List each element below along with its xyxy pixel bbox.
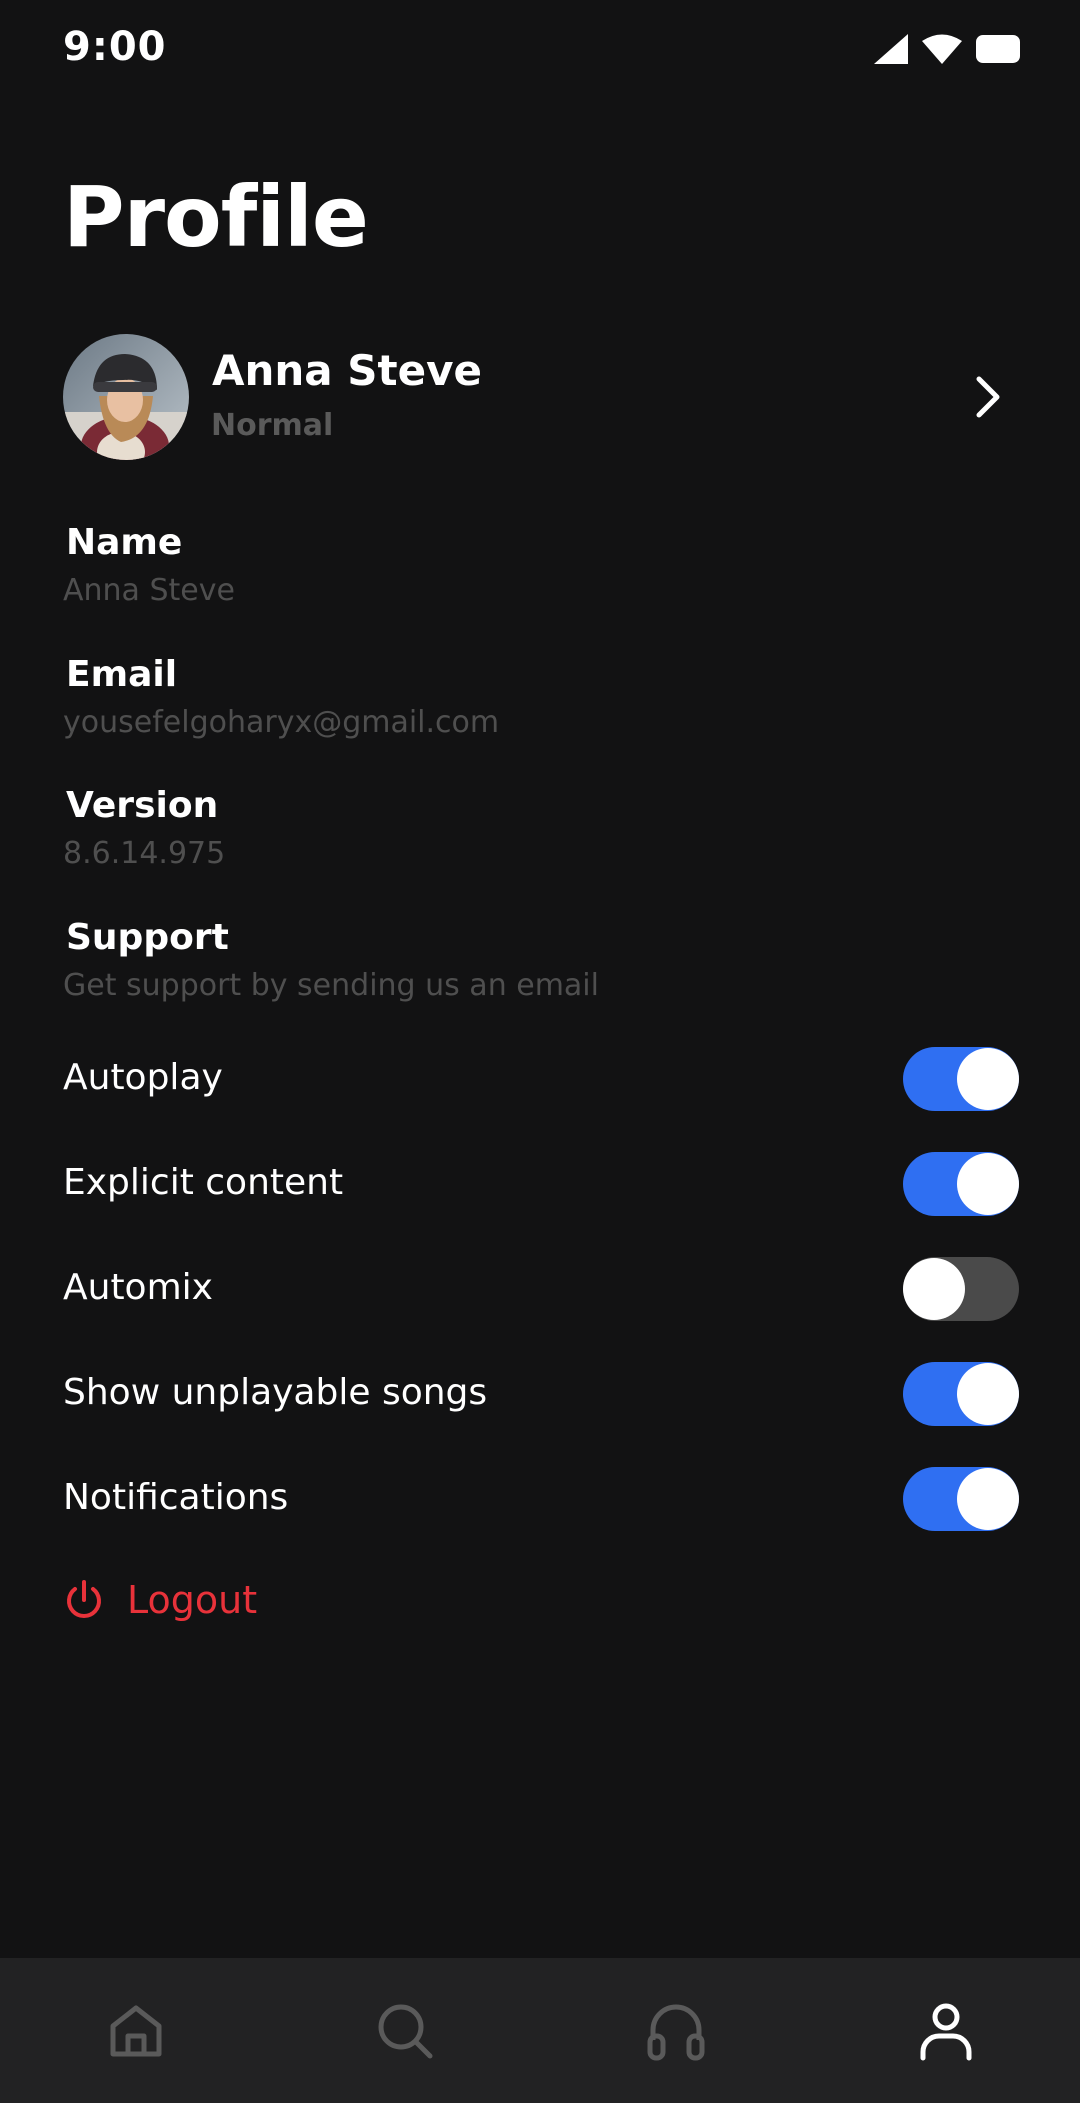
toggle-row-autoplay: Autoplay bbox=[63, 1047, 1019, 1115]
switch-knob bbox=[957, 1048, 1019, 1110]
toggle-label: Explicit content bbox=[63, 1162, 344, 1203]
home-icon[interactable] bbox=[105, 2000, 167, 2062]
profile-name: Anna Steve bbox=[212, 346, 482, 395]
toggle-row-show-unplayable-songs: Show unplayable songs bbox=[63, 1362, 1019, 1430]
wifi-icon bbox=[922, 34, 962, 64]
info-label: Support bbox=[66, 917, 229, 958]
toggle-label: Show unplayable songs bbox=[63, 1372, 488, 1413]
search-icon[interactable] bbox=[374, 2000, 436, 2062]
battery-icon bbox=[976, 35, 1020, 63]
toggle-row-automix: Automix bbox=[63, 1257, 1019, 1325]
info-value: yousefelgoharyx@gmail.com bbox=[63, 705, 500, 740]
toggle-row-notifications: Notifications bbox=[63, 1467, 1019, 1535]
autoplay-switch[interactable] bbox=[903, 1047, 1019, 1111]
info-support[interactable]: Support Get support by sending us an ema… bbox=[63, 917, 599, 1003]
notifications-switch[interactable] bbox=[903, 1467, 1019, 1531]
profile-tier: Normal bbox=[211, 408, 334, 443]
info-value: Anna Steve bbox=[63, 573, 235, 608]
toggle-label: Automix bbox=[63, 1267, 213, 1308]
info-value: Get support by sending us an email bbox=[63, 968, 599, 1003]
toggle-label: Autoplay bbox=[63, 1057, 223, 1098]
status-icons bbox=[874, 34, 1020, 64]
logout-label: Logout bbox=[127, 1578, 258, 1622]
explicit-content-switch[interactable] bbox=[903, 1152, 1019, 1216]
power-icon bbox=[67, 1580, 101, 1618]
info-label: Name bbox=[66, 522, 183, 563]
toggle-row-explicit-content: Explicit content bbox=[63, 1152, 1019, 1220]
avatar bbox=[63, 334, 189, 460]
switch-knob bbox=[903, 1258, 965, 1320]
status-time: 9:00 bbox=[63, 24, 167, 70]
bottom-nav bbox=[0, 1958, 1080, 2103]
automix-switch[interactable] bbox=[903, 1257, 1019, 1321]
logout-button[interactable]: Logout bbox=[63, 1578, 257, 1622]
status-bar: 9:00 bbox=[0, 0, 1080, 100]
info-label: Version bbox=[66, 785, 219, 826]
switch-knob bbox=[957, 1363, 1019, 1425]
cellular-signal-icon bbox=[874, 34, 908, 64]
switch-knob bbox=[957, 1468, 1019, 1530]
info-email: Email yousefelgoharyx@gmail.com bbox=[63, 654, 499, 740]
chevron-right-icon[interactable] bbox=[961, 369, 1017, 425]
profile-icon[interactable] bbox=[915, 2000, 977, 2062]
info-value: 8.6.14.975 bbox=[63, 836, 226, 871]
info-name: Name Anna Steve bbox=[63, 522, 235, 608]
toggle-label: Notifications bbox=[63, 1477, 289, 1518]
show-unplayable-songs-switch[interactable] bbox=[903, 1362, 1019, 1426]
info-label: Email bbox=[66, 654, 178, 695]
headphones-icon[interactable] bbox=[645, 2000, 707, 2062]
profile-card[interactable]: Anna Steve Normal bbox=[63, 334, 1017, 460]
switch-knob bbox=[957, 1153, 1019, 1215]
info-version: Version 8.6.14.975 bbox=[63, 785, 225, 871]
page-title: Profile bbox=[63, 168, 369, 266]
